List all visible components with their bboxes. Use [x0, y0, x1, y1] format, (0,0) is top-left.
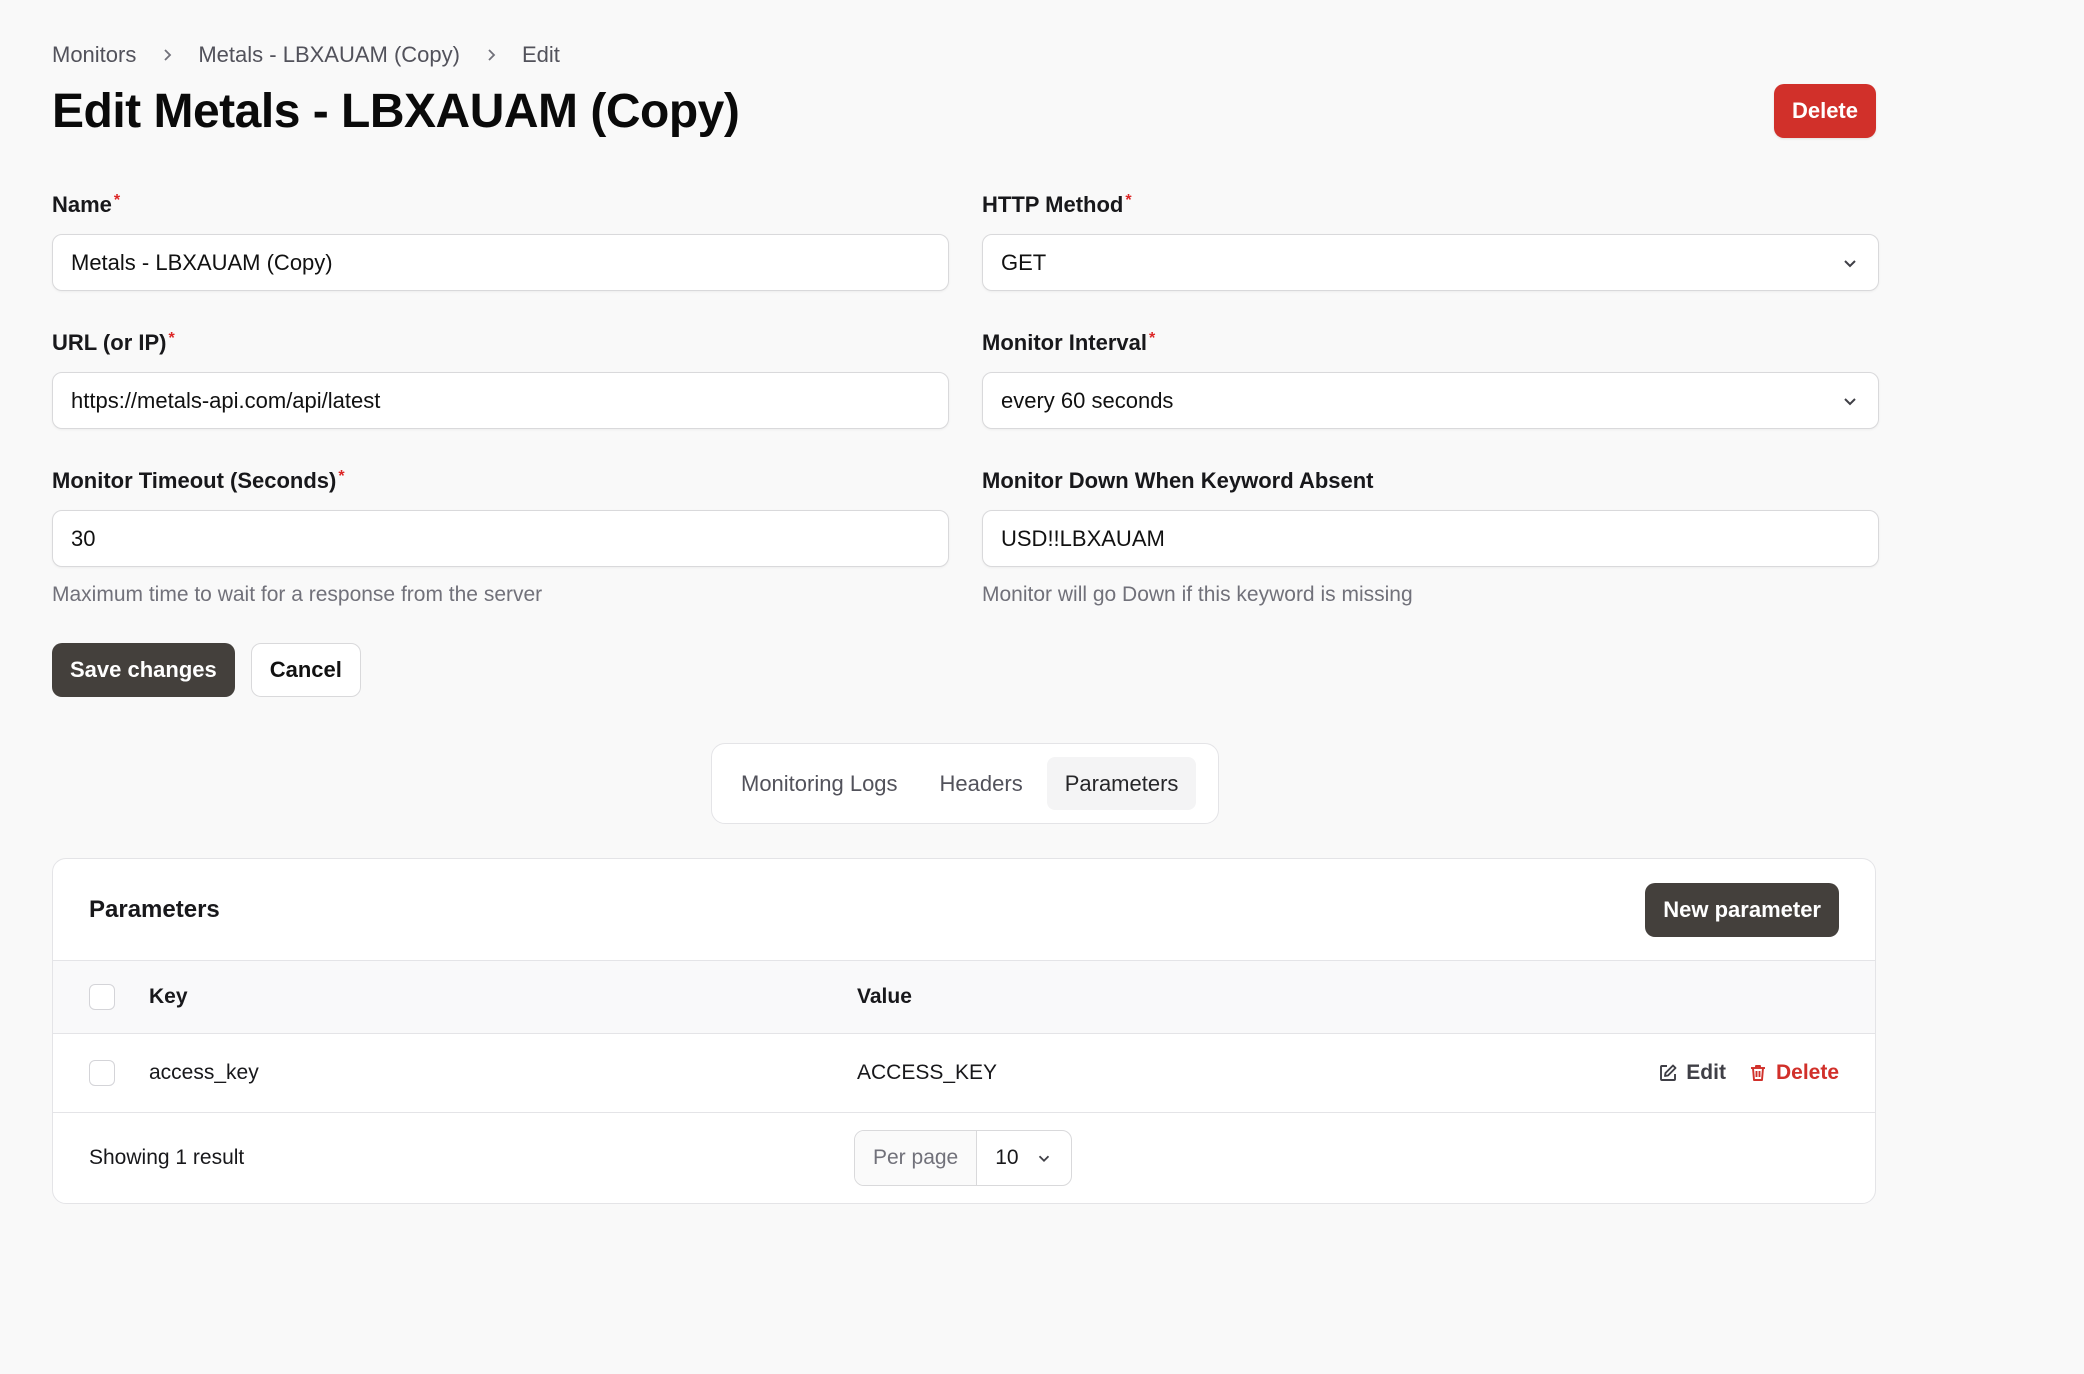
select-all-checkbox[interactable]: [89, 984, 115, 1010]
results-count: Showing 1 result: [89, 1146, 245, 1169]
name-input-value: Metals - LBXAUAM (Copy): [71, 249, 333, 275]
row-actions: Edit Delete: [1658, 1061, 1875, 1085]
trash-icon: [1750, 1065, 1765, 1081]
column-header-value[interactable]: Value: [857, 985, 1875, 1009]
delete-row-button[interactable]: Delete: [1748, 1061, 1839, 1085]
cancel-button[interactable]: Cancel: [250, 643, 361, 697]
chevron-right-icon: [480, 44, 502, 66]
breadcrumb-monitor[interactable]: Metals - LBXAUAM (Copy): [198, 42, 460, 68]
keyword-input-value: USD!!LBXAUAM: [1001, 525, 1165, 551]
required-marker: *: [168, 330, 175, 347]
tab-monitoring-logs[interactable]: Monitoring Logs: [723, 757, 916, 810]
name-input[interactable]: Metals - LBXAUAM (Copy): [52, 234, 949, 291]
keyword-label: Monitor Down When Keyword Absent: [982, 468, 1374, 493]
breadcrumb-monitors[interactable]: Monitors: [52, 42, 136, 68]
http-method-field-group: HTTP Method * GET: [982, 192, 1879, 291]
parameters-table-card: Parameters New parameter Key Value acces…: [52, 858, 1876, 1204]
timeout-label: Monitor Timeout (Seconds): [52, 468, 337, 493]
parameters-header: Parameters New parameter: [53, 859, 1875, 961]
parameters-title: Parameters: [89, 895, 220, 923]
cell-key: access_key: [149, 1061, 259, 1084]
chevron-right-icon: [156, 44, 178, 66]
page-title: Edit Metals - LBXAUAM (Copy): [52, 85, 740, 138]
url-field-group: URL (or IP) * https://metals-api.com/api/…: [52, 330, 949, 429]
chevron-down-icon: [1038, 1155, 1049, 1162]
edit-row-button[interactable]: Edit: [1658, 1061, 1726, 1085]
per-page-select[interactable]: Per page 10: [854, 1130, 1072, 1186]
new-parameter-button[interactable]: New parameter: [1645, 882, 1839, 937]
cell-value: ACCESS_KEY: [857, 1061, 998, 1084]
delete-monitor-button[interactable]: Delete: [1773, 84, 1876, 138]
timeout-field-group: Monitor Timeout (Seconds) * 30 Maximum ti…: [52, 468, 949, 607]
timeout-input[interactable]: 30: [52, 510, 949, 567]
interval-select[interactable]: every 60 seconds: [982, 372, 1879, 429]
timeout-hint: Maximum time to wait for a response from…: [52, 583, 543, 606]
interval-label: Monitor Interval: [982, 330, 1148, 355]
table-header-row: Key Value: [53, 961, 1875, 1034]
delete-label: Delete: [1775, 1061, 1839, 1084]
row-checkbox[interactable]: [89, 1060, 115, 1086]
tab-parameters[interactable]: Parameters: [1046, 757, 1197, 810]
http-method-select[interactable]: GET: [982, 234, 1879, 291]
breadcrumb-edit: Edit: [521, 42, 560, 67]
edit-icon: [1660, 1064, 1677, 1081]
name-label: Name: [52, 192, 112, 217]
keyword-hint: Monitor will go Down if this keyword is …: [982, 583, 1413, 606]
name-field-group: Name * Metals - LBXAUAM (Copy): [52, 192, 949, 291]
required-marker: *: [1125, 192, 1132, 209]
timeout-input-value: 30: [71, 525, 96, 551]
form-actions: Save changes Cancel: [52, 643, 361, 697]
column-header-key[interactable]: Key: [149, 985, 857, 1009]
save-changes-button[interactable]: Save changes: [52, 643, 235, 697]
interval-field-group: Monitor Interval * every 60 seconds: [982, 330, 1879, 429]
table-row: access_key ACCESS_KEY Edit Delete: [53, 1034, 1875, 1113]
required-marker: *: [338, 468, 345, 485]
required-marker: *: [113, 192, 121, 209]
chevron-down-icon: [1844, 397, 1856, 405]
url-input-value: https://metals-api.com/api/latest: [71, 387, 381, 413]
table-footer: Showing 1 result Per page 10: [53, 1113, 1875, 1203]
relation-tabs: Monitoring Logs Headers Parameters: [711, 743, 1219, 824]
http-method-value: GET: [1001, 249, 1047, 275]
per-page-label: Per page: [855, 1131, 978, 1185]
keyword-field-group: Monitor Down When Keyword Absent USD!!LB…: [982, 468, 1879, 607]
chevron-down-icon: [1844, 259, 1856, 267]
per-page-value: 10: [995, 1146, 1019, 1169]
breadcrumb: Monitors Metals - LBXAUAM (Copy) Edit: [52, 42, 560, 68]
required-marker: *: [1149, 330, 1156, 347]
http-method-label: HTTP Method: [982, 192, 1124, 217]
keyword-input[interactable]: USD!!LBXAUAM: [982, 510, 1879, 567]
edit-label: Edit: [1686, 1061, 1726, 1084]
interval-value: every 60 seconds: [1001, 387, 1174, 413]
url-label: URL (or IP): [52, 330, 167, 355]
url-input[interactable]: https://metals-api.com/api/latest: [52, 372, 949, 429]
tab-headers[interactable]: Headers: [922, 757, 1041, 810]
